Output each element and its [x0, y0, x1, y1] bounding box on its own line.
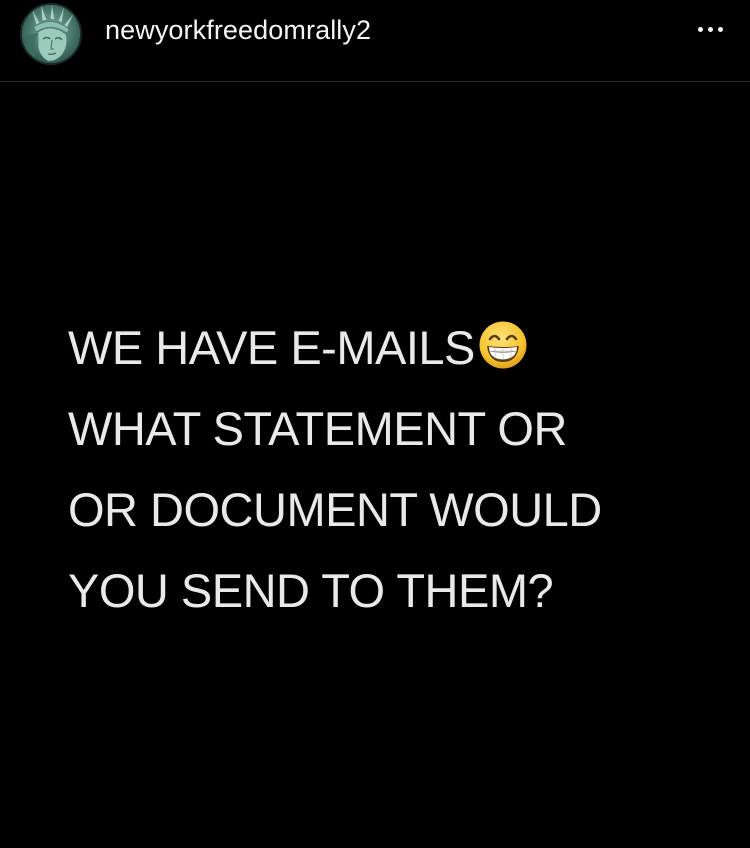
- post-text-line-4: YOU SEND TO THEM?: [68, 564, 554, 617]
- statue-of-liberty-icon: [22, 5, 80, 63]
- post-text-line-2: WHAT STATEMENT OR: [68, 402, 567, 455]
- post-text-line-1-text: WE HAVE E-MAILS: [68, 321, 475, 374]
- more-options-icon: [697, 26, 723, 32]
- grinning-face-emoji-icon: [479, 321, 527, 369]
- post-text: WE HAVE E-MAILS WHAT STATEMENT OR OR DOC…: [68, 307, 738, 631]
- post-header: newyorkfreedomrally2: [0, 0, 750, 82]
- more-options-button[interactable]: [688, 14, 732, 44]
- post-text-line-1: WE HAVE E-MAILS: [68, 307, 738, 388]
- post-text-line-3: OR DOCUMENT WOULD: [68, 483, 602, 536]
- post-image[interactable]: WE HAVE E-MAILS WHAT STATEMENT OR OR DOC…: [0, 82, 750, 848]
- username[interactable]: newyorkfreedomrally2: [105, 14, 371, 46]
- avatar[interactable]: [20, 3, 82, 65]
